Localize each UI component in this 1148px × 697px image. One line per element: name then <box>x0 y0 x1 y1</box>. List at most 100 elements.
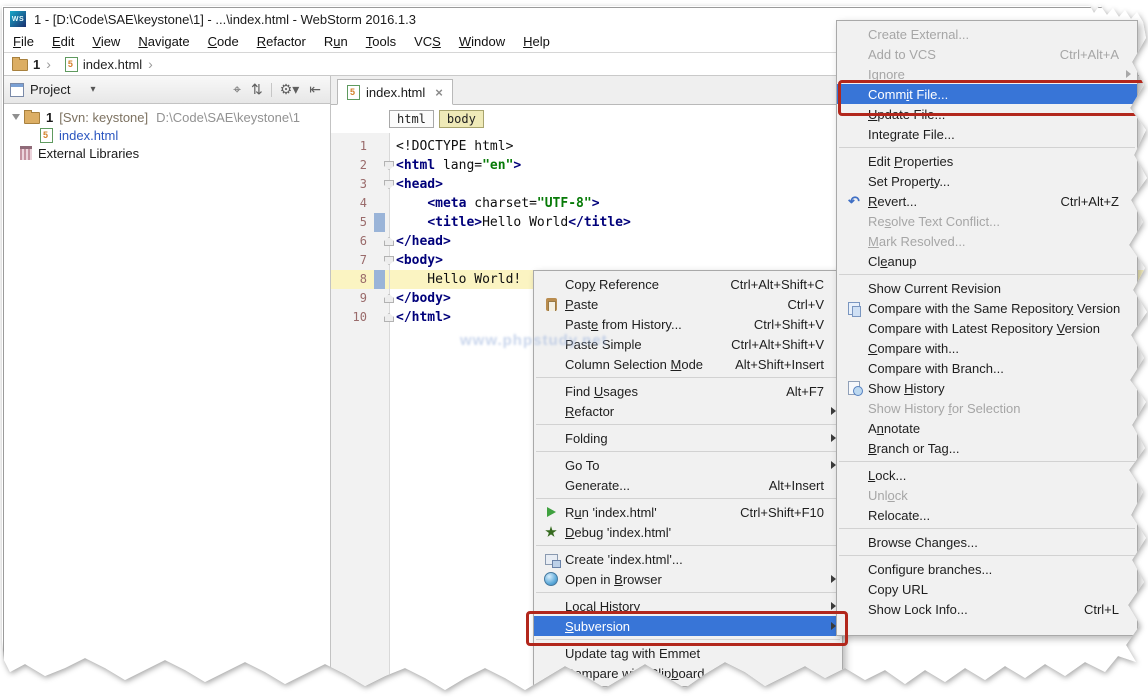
library-icon <box>20 146 32 160</box>
menubar-item-edit[interactable]: Edit <box>43 32 83 51</box>
menu-item-set-property[interactable]: Set Property... <box>837 171 1137 191</box>
menubar-item-run[interactable]: Run <box>315 32 357 51</box>
menu-item-column-selection-mode[interactable]: Column Selection Mode Alt+Shift+Insert <box>534 354 842 374</box>
folder-icon <box>12 57 28 71</box>
menu-item-copy-url[interactable]: Copy URL <box>837 579 1137 599</box>
project-tree: 1 [Svn: keystone] D:\Code\SAE\keystone\1 in… <box>4 104 330 162</box>
menubar-item-navigate[interactable]: Navigate <box>129 32 198 51</box>
menubar-item-file[interactable]: File <box>4 32 43 51</box>
menu-item-annotate[interactable]: Annotate <box>837 418 1137 438</box>
menu-item-browse-changes[interactable]: Browse Changes... <box>837 532 1137 552</box>
menu-item-shortcut: Ctrl+Alt+Z <box>1060 193 1119 209</box>
menu-item-create-external: Create External... <box>837 24 1137 44</box>
tab-label: index.html <box>366 84 426 100</box>
breadcrumb-item-index-html[interactable]: index.html <box>57 56 142 72</box>
menu-item-find-usages[interactable]: Find Usages Alt+F7 <box>534 381 842 401</box>
menubar-item-view[interactable]: View <box>83 32 129 51</box>
expander-icon[interactable] <box>12 114 20 120</box>
menu-item-paste-from-history[interactable]: Paste from History... Ctrl+Shift+V <box>534 314 842 334</box>
menu-item-cleanup[interactable]: Cleanup <box>837 251 1137 271</box>
menu-item-label: Update File... <box>868 106 946 122</box>
breadcrumb-label: 1 <box>33 56 41 72</box>
torn-screenshot: WS 1 - [D:\Code\SAE\keystone\1] - ...\in… <box>0 0 1148 697</box>
menu-item-compare-with-clipboard[interactable]: Compare with Clipboard <box>534 663 842 683</box>
revert-icon <box>848 194 860 209</box>
tree-item-vcs-meta: [Svn: keystone] <box>59 109 149 125</box>
menu-item-commit-file[interactable]: Commit File... <box>837 84 1137 104</box>
menu-item-compare-with[interactable]: Compare with... <box>837 338 1137 358</box>
tab-index-html[interactable]: index.html × <box>337 79 453 105</box>
menu-item-create-index-html[interactable]: Create 'index.html'... <box>534 549 842 569</box>
menu-item-label: Paste <box>565 296 599 312</box>
menu-item-debug-index-html[interactable]: Debug 'index.html' <box>534 522 842 542</box>
menu-item-local-history[interactable]: Local History <box>534 596 842 616</box>
menu-item-refactor[interactable]: Refactor <box>534 401 842 421</box>
menu-item-generate[interactable]: Generate... Alt+Insert <box>534 475 842 495</box>
menu-separator <box>534 421 842 428</box>
menu-item-lock[interactable]: Lock... <box>837 465 1137 485</box>
menubar-item-help[interactable]: Help <box>514 32 559 51</box>
menu-item-copy-reference[interactable]: Copy Reference Ctrl+Alt+Shift+C <box>534 274 842 294</box>
menu-item-label: Integrate File... <box>868 126 955 142</box>
menu-item-compare-with-branch[interactable]: Compare with Branch... <box>837 358 1137 378</box>
menu-item-label: Compare with Clipboard <box>565 665 705 681</box>
menu-item-label: Add to VCS <box>868 46 936 62</box>
menu-item-label: Set Property... <box>868 173 951 189</box>
menu-item-label: Lock... <box>868 467 907 483</box>
menu-item-revert[interactable]: Revert... Ctrl+Alt+Z <box>837 191 1137 211</box>
menu-item-label: Compare with Branch... <box>868 360 1004 376</box>
menu-item-add-to-vcs: Add to VCS Ctrl+Alt+A <box>837 44 1137 64</box>
menu-item-compare-with-the-same-repository-version[interactable]: Compare with the Same Repository Version <box>837 298 1137 318</box>
menu-item-label: Configure branches... <box>868 561 993 577</box>
menu-item-relocate[interactable]: Relocate... <box>837 505 1137 525</box>
history-icon <box>848 381 863 396</box>
menu-item-open-in-browser[interactable]: Open in Browser <box>534 569 842 589</box>
settings-gear-icon[interactable]: ⚙▾ <box>275 81 305 98</box>
compare-repo-icon <box>848 301 861 317</box>
menu-item-show-history[interactable]: Show History <box>837 378 1137 398</box>
close-icon[interactable]: × <box>435 85 443 100</box>
menubar-item-code[interactable]: Code <box>199 32 248 51</box>
project-panel-title-button[interactable]: Project ▾ <box>10 82 96 97</box>
menu-item-label: Debug 'index.html' <box>565 524 672 540</box>
debug-icon <box>545 526 557 537</box>
chevron-right-icon: › <box>46 56 51 72</box>
menu-item-go-to[interactable]: Go To <box>534 455 842 475</box>
menu-item-paste[interactable]: Paste Ctrl+V <box>534 294 842 314</box>
menu-item-subversion[interactable]: Subversion <box>534 616 842 636</box>
menu-item-paste-simple[interactable]: Paste Simple Ctrl+Alt+Shift+V <box>534 334 842 354</box>
menu-item-label: Resolve Text Conflict... <box>868 213 1000 229</box>
menu-item-label: Refactor <box>565 403 615 419</box>
menu-item-label: Generate... <box>565 477 631 493</box>
menu-item-show-current-revision[interactable]: Show Current Revision <box>837 278 1137 298</box>
tree-item-1-svn-keystone[interactable]: 1 [Svn: keystone] D:\Code\SAE\keystone\1 <box>4 108 330 126</box>
editor-crumb-body[interactable]: body <box>438 110 484 128</box>
line-number: 8 <box>359 272 367 286</box>
hide-panel-icon[interactable]: ⇤ <box>304 81 326 98</box>
menu-item-label: Relocate... <box>868 507 931 523</box>
menubar-item-tools[interactable]: Tools <box>357 32 405 51</box>
menu-item-edit-properties[interactable]: Edit Properties <box>837 151 1137 171</box>
menu-item-update-tag-with-emmet[interactable]: Update tag with Emmet <box>534 643 842 663</box>
menu-item-configure-branches[interactable]: Configure branches... <box>837 559 1137 579</box>
menu-item-integrate-file[interactable]: Integrate File... <box>837 124 1137 144</box>
tree-item-path: D:\Code\SAE\keystone\1 <box>156 109 300 125</box>
menu-item-show-lock-info[interactable]: Show Lock Info... Ctrl+L <box>837 599 1137 619</box>
menubar-item-window[interactable]: Window <box>450 32 514 51</box>
breadcrumb-item-1[interactable]: 1 <box>4 57 40 72</box>
menu-item-run-index-html[interactable]: Run 'index.html' Ctrl+Shift+F10 <box>534 502 842 522</box>
menu-item-update-file[interactable]: Update File... <box>837 104 1137 124</box>
editor-crumb-html[interactable]: html <box>389 110 434 128</box>
tree-item-external-libraries[interactable]: External Libraries <box>4 144 330 162</box>
collapse-all-icon[interactable]: ⇅ <box>246 81 268 98</box>
menubar-item-refactor[interactable]: Refactor <box>248 32 315 51</box>
menu-item-folding[interactable]: Folding <box>534 428 842 448</box>
html-file-icon <box>40 127 53 143</box>
menubar-item-vcs[interactable]: VCS <box>405 32 450 51</box>
menu-item-shortcut: Ctrl+Shift+V <box>753 316 824 332</box>
locate-icon[interactable]: ⌖ <box>228 81 246 98</box>
line-number: 6 <box>359 234 367 248</box>
menu-item-branch-or-tag[interactable]: Branch or Tag... <box>837 438 1137 458</box>
tree-item-index-html[interactable]: index.html <box>4 126 330 144</box>
menu-item-compare-with-latest-repository-version[interactable]: Compare with Latest Repository Version <box>837 318 1137 338</box>
